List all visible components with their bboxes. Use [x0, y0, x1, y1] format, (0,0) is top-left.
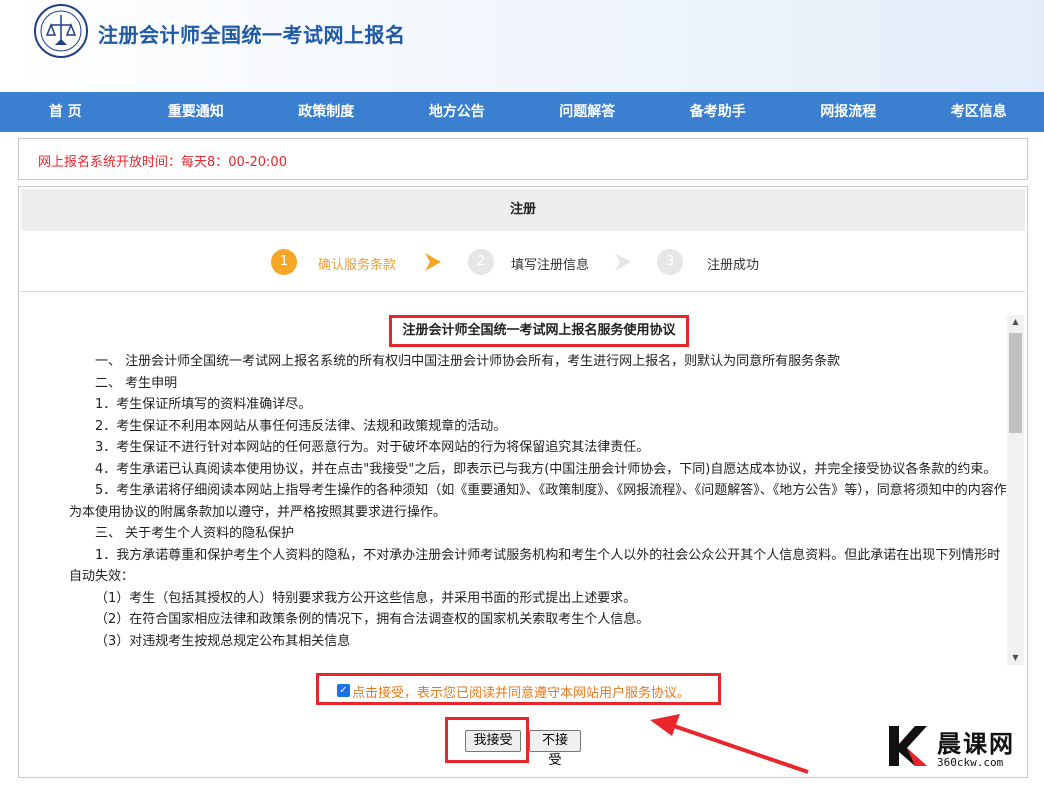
- agreement-paragraph: （2）在符合国家相应法律和政策条例的情况下，拥有合法调查权的国家机关索取考生个人…: [95, 612, 650, 627]
- site-header: 注册会计师全国统一考试网上报名: [0, 0, 1044, 92]
- accept-button[interactable]: 我接受: [465, 730, 521, 752]
- cicpa-logo-icon: [34, 4, 88, 58]
- scroll-down-icon[interactable]: ▼: [1007, 651, 1024, 665]
- agreement-text-area[interactable]: 注册会计师全国统一考试网上报名服务使用协议 一、 注册会计师全国统一考试网上报名…: [69, 315, 1009, 665]
- agreement-paragraph: 5．考生承诺将仔细阅读本网站上指导考生操作的各种须知（如《重要通知》、《政策制度…: [69, 483, 1007, 520]
- agreement-title: 注册会计师全国统一考试网上报名服务使用协议: [389, 315, 689, 347]
- watermark: 晨课网 360ckw.com: [885, 722, 1035, 782]
- main-nav: 首 页 重要通知 政策制度 地方公告 问题解答 备考助手 网报流程 考区信息: [0, 92, 1044, 132]
- step-2-label: 填写注册信息: [511, 258, 590, 273]
- agreement-paragraph: 3．考生保证不进行针对本网站的任何恶意行为。对于破坏本网站的行为将保留追究其法律…: [95, 440, 650, 455]
- agreement-scrollbar[interactable]: ▲ ▼: [1007, 315, 1024, 665]
- watermark-url: 360ckw.com: [937, 756, 1004, 769]
- agreement-paragraph: （3）对违规考生按规总规定公布其相关信息: [95, 633, 351, 649]
- agreement-paragraph: 4．考生承诺已认真阅读本使用协议，并在点击"我接受"之后，即表示已与我方(中国注…: [95, 461, 997, 477]
- nav-item-registration-process[interactable]: 网报流程: [783, 92, 914, 132]
- scroll-up-icon[interactable]: ▲: [1007, 315, 1024, 329]
- registration-panel: 注册 1 确认服务条款 2 填写注册信息 3 注册成功 注册会计师全国统一考试网…: [18, 186, 1028, 778]
- nav-item-exam-area-info[interactable]: 考区信息: [914, 92, 1044, 132]
- site-title: 注册会计师全国统一考试网上报名: [98, 23, 406, 47]
- agreement-paragraph: 三、 关于考生个人资料的隐私保护: [95, 526, 295, 541]
- nav-item-faq[interactable]: 问题解答: [522, 92, 653, 132]
- agreement-paragraph: 2．考生保证不利用本网站从事任何违反法律、法规和政策规章的活动。: [95, 418, 507, 434]
- divider: [21, 291, 1025, 292]
- nav-item-notices[interactable]: 重要通知: [131, 92, 262, 132]
- agreement-paragraph: 一、 注册会计师全国统一考试网上报名系统的所有权归中国注册会计师协会所有，考生进…: [95, 354, 841, 369]
- step-3-label: 注册成功: [707, 258, 760, 273]
- k-logo-icon: [889, 726, 927, 766]
- nav-item-home[interactable]: 首 页: [0, 92, 131, 132]
- step-1-circle: 1: [271, 249, 297, 275]
- agreement-paragraph: 1．考生保证所填写的资料准确详尽。: [95, 397, 312, 412]
- reject-button[interactable]: 不接受: [529, 730, 581, 768]
- nav-item-policy[interactable]: 政策制度: [261, 92, 392, 132]
- nav-item-exam-prep[interactable]: 备考助手: [653, 92, 784, 132]
- nav-item-local-announcements[interactable]: 地方公告: [392, 92, 523, 132]
- agreement-paragraph: 二、 考生申明: [95, 375, 178, 391]
- agreement-paragraph: 1．我方承诺尊重和保护考生个人资料的隐私，不对承办注册会计师考试服务机构和考生个…: [69, 547, 1001, 585]
- pointer-arrow-icon: [650, 714, 809, 774]
- step-arrow-icon: [425, 253, 441, 271]
- step-1-label: 确认服务条款: [318, 258, 397, 273]
- scroll-thumb[interactable]: [1009, 333, 1022, 433]
- open-hours-text: 网上报名系统开放时间：每天8：00-20:00: [38, 155, 287, 170]
- step-arrow-icon: [615, 253, 631, 271]
- watermark-brand: 晨课网: [937, 730, 1015, 758]
- panel-title: 注册: [21, 189, 1025, 231]
- agreement-paragraph: （1）考生（包括其授权的人）特别要求我方公开这些信息，并采用书面的形式提出上述要…: [95, 590, 637, 606]
- accept-checkbox[interactable]: ✓: [337, 684, 350, 697]
- accept-agreement-text: 点击接受，表示您已阅读并同意遵守本网站用户服务协议。: [352, 686, 691, 701]
- step-3-circle: 3: [657, 249, 683, 275]
- step-2-circle: 2: [468, 249, 494, 275]
- step-indicator: 1 确认服务条款 2 填写注册信息 3 注册成功: [19, 247, 1027, 277]
- open-hours-notice: 网上报名系统开放时间：每天8：00-20:00: [18, 138, 1028, 180]
